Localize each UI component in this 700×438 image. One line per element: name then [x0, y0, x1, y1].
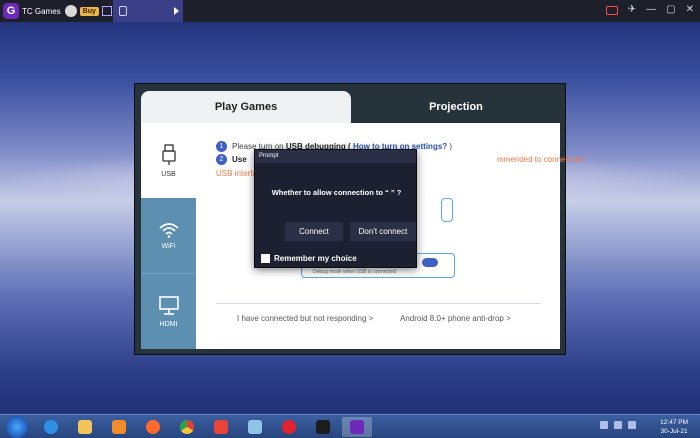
- tab-projection[interactable]: Projection: [351, 91, 561, 123]
- tab-play-games[interactable]: Play Games: [141, 91, 351, 123]
- opera-icon[interactable]: [274, 417, 304, 437]
- sidebar-item-usb[interactable]: USB: [141, 123, 196, 198]
- chrome-icon[interactable]: [172, 417, 202, 437]
- sidebar-item-label: WiFi: [161, 242, 176, 250]
- anti-drop-link[interactable]: Android 8.0+ phone anti-drop >: [400, 314, 511, 323]
- window-controls: ✈ — ▢ ✕: [605, 4, 694, 16]
- app-title: TC Games: [22, 6, 61, 16]
- anydesk-icon[interactable]: [206, 417, 236, 437]
- system-tray: [600, 421, 636, 429]
- clock-date: 30-Jul-21: [660, 428, 688, 435]
- sidebar-item-label: USB: [161, 170, 176, 178]
- app-topbar: G TC Games Buy: [0, 0, 700, 22]
- prompt-dialog: Prompt Whether to allow connection to “ …: [254, 149, 417, 268]
- minimize-icon[interactable]: —: [646, 4, 656, 16]
- monitor-app-icon[interactable]: [308, 417, 338, 437]
- start-button-icon[interactable]: [6, 416, 28, 438]
- media-player-icon[interactable]: [104, 417, 134, 437]
- wifi-icon: [158, 222, 179, 238]
- clock-time: 12:47 PM: [660, 419, 688, 426]
- tray-chevron-icon[interactable]: [600, 421, 608, 429]
- sidebar-item-wifi[interactable]: WiFi: [141, 198, 196, 273]
- taskbar-clock[interactable]: 12:47 PM 30-Jul-21: [660, 418, 688, 436]
- pin-icon[interactable]: ✈: [628, 4, 636, 16]
- usb-icon: [161, 143, 176, 165]
- buy-button[interactable]: Buy: [79, 6, 99, 16]
- debug-mode-toggle[interactable]: [422, 258, 438, 267]
- connect-button[interactable]: Connect: [285, 222, 343, 241]
- device-tab[interactable]: [113, 0, 183, 22]
- hdmi-icon: [158, 295, 179, 315]
- prompt-title: Prompt: [255, 150, 416, 163]
- connection-sidebar: USB WiFi HDMI: [141, 123, 196, 349]
- sidebar-item-hdmi[interactable]: HDMI: [141, 273, 196, 349]
- volume-icon[interactable]: [628, 421, 636, 429]
- checkbox-icon[interactable]: [261, 254, 270, 263]
- tc-games-logo-icon: G: [3, 3, 19, 19]
- step-number: 1: [216, 141, 227, 152]
- ie-icon[interactable]: [36, 417, 66, 437]
- windows-taskbar: 12:47 PM 30-Jul-21: [0, 414, 700, 438]
- vip-icon[interactable]: [101, 6, 112, 16]
- step-1-suffix: ): [449, 142, 453, 151]
- sidebar-item-label: HDMI: [159, 320, 178, 328]
- network-icon[interactable]: [614, 421, 622, 429]
- prompt-message: Whether to allow connection to “ ” ?: [271, 188, 402, 197]
- firefox-icon[interactable]: [138, 417, 168, 437]
- chevron-right-icon[interactable]: [174, 7, 179, 15]
- remember-choice-label: Remember my choice: [274, 254, 357, 263]
- explorer-icon[interactable]: [70, 417, 100, 437]
- record-icon[interactable]: [605, 5, 618, 15]
- notepad-icon[interactable]: [240, 417, 270, 437]
- tc-games-taskbar-icon[interactable]: [342, 417, 372, 437]
- close-icon[interactable]: ✕: [686, 4, 694, 16]
- divider: [216, 303, 541, 304]
- not-responding-link[interactable]: I have connected but not responding >: [237, 314, 373, 323]
- step-2-bold: Use: [232, 155, 247, 164]
- phone-icon: [119, 6, 127, 16]
- remember-choice-checkbox[interactable]: Remember my choice: [261, 254, 357, 263]
- connect-option-box[interactable]: [441, 198, 453, 222]
- step-number: 2: [216, 154, 227, 165]
- usb-warning-right: mmended to connect the: [497, 155, 586, 164]
- maximize-icon[interactable]: ▢: [666, 4, 675, 16]
- usb-warning-left: USB interfa: [216, 169, 257, 178]
- debug-mode-caption: Debug mode when USB is connected: [313, 269, 397, 275]
- step-2: 2 Use: [216, 154, 247, 165]
- user-avatar-icon[interactable]: [64, 5, 77, 17]
- dont-connect-button[interactable]: Don't connect: [350, 222, 416, 241]
